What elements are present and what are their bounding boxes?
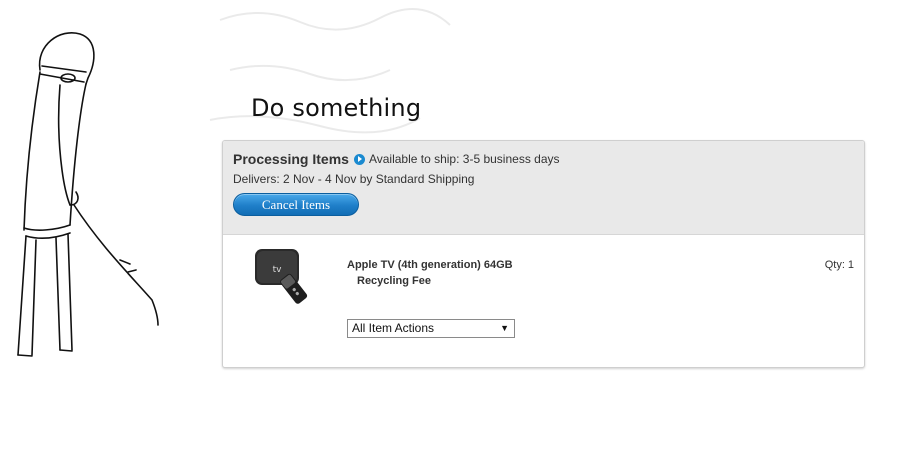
status-title: Processing Items <box>233 151 349 167</box>
apple-tv-device-icon: tv <box>255 249 308 304</box>
svg-text:tv: tv <box>273 265 283 275</box>
dropdown-arrow-icon: ▼ <box>500 323 509 333</box>
product-name[interactable]: Apple TV (4th generation) 64GB <box>347 259 513 271</box>
cancel-items-button[interactable]: Cancel Items <box>233 193 359 216</box>
qty-label: Qty: <box>824 259 845 271</box>
order-panel: Processing Items Available to ship: 3-5 … <box>222 140 865 368</box>
info-arrow-icon[interactable] <box>353 153 365 165</box>
ship-availability: Available to ship: 3-5 business days <box>368 152 560 166</box>
item-actions-select[interactable]: All Item Actions ▼ <box>347 319 515 338</box>
stick-figure-drawing <box>17 32 159 357</box>
quantity: Qty: 1 <box>825 259 854 271</box>
recycling-fee: Recycling Fee <box>357 275 431 287</box>
meme-caption: Do something <box>251 94 422 122</box>
qty-value: 1 <box>847 259 854 271</box>
item-actions-selected: All Item Actions <box>352 321 435 335</box>
delivery-estimate: Delivers: 2 Nov - 4 Nov by Standard Ship… <box>233 172 475 186</box>
status-line: Processing Items Available to ship: 3-5 … <box>233 151 560 167</box>
order-status-header: Processing Items Available to ship: 3-5 … <box>223 141 864 235</box>
